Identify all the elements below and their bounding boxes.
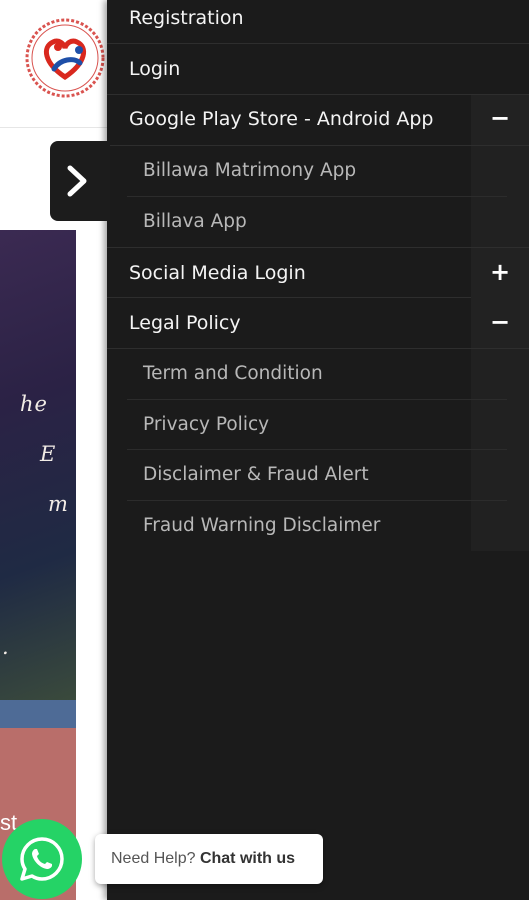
side-drawer-menu: Registration Login Google Play Store - A… [107, 0, 529, 900]
menu-item-label: Login [129, 58, 181, 80]
submenu-item-label: Billava App [143, 210, 247, 232]
submenu-item-label: Fraud Warning Disclaimer [143, 514, 381, 536]
submenu-item-billawa-matrimony-app[interactable]: Billawa Matrimony App [127, 146, 507, 197]
chat-link[interactable]: Chat with us [200, 850, 295, 867]
submenu-item-fraud-warning-disclaimer[interactable]: Fraud Warning Disclaimer [127, 501, 507, 552]
whatsapp-button[interactable] [2, 819, 82, 899]
submenu-item-privacy-policy[interactable]: Privacy Policy [127, 400, 507, 450]
header-divider [0, 127, 107, 128]
minus-icon: − [489, 308, 511, 336]
submenu-item-disclaimer-fraud-alert[interactable]: Disclaimer & Fraud Alert [127, 450, 507, 501]
hero-text-line: m [48, 492, 69, 516]
hero-text-line: E [40, 442, 57, 466]
menu-item-google-play-store[interactable]: Google Play Store - Android App − [107, 95, 529, 146]
plus-icon: + [489, 258, 511, 286]
submenu-google-play: Billawa Matrimony App Billava App [107, 146, 529, 247]
collapse-toggle[interactable]: − [471, 298, 529, 348]
submenu-item-label: Term and Condition [143, 363, 323, 384]
menu-item-label: Social Media Login [129, 262, 306, 284]
submenu-item-term-and-condition[interactable]: Term and Condition [127, 349, 507, 400]
expand-toggle[interactable]: + [471, 248, 529, 298]
menu-item-legal-policy[interactable]: Legal Policy − [107, 298, 529, 349]
minus-icon: − [489, 104, 511, 132]
submenu-item-label: Privacy Policy [143, 413, 270, 435]
chat-help-bubble[interactable]: Need Help? Chat with us [95, 834, 323, 884]
heart-rings-logo-icon[interactable] [24, 17, 106, 99]
hero-bottom-bar [0, 700, 76, 728]
submenu-item-label: Billawa Matrimony App [143, 160, 357, 181]
menu-item-registration[interactable]: Registration [107, 0, 529, 44]
submenu-item-billava-app[interactable]: Billava App [127, 197, 507, 248]
hero-banner: he E m . [0, 230, 76, 700]
menu-item-label: Google Play Store - Android App [129, 108, 434, 130]
hero-text-line: he [20, 392, 48, 416]
drawer-toggle-button[interactable] [50, 141, 110, 221]
submenu-legal-policy: Term and Condition Privacy Policy Discla… [107, 349, 529, 551]
submenu-item-label: Disclaimer & Fraud Alert [143, 464, 369, 485]
hero-text-line: . [2, 635, 10, 659]
menu-item-login[interactable]: Login [107, 44, 529, 95]
menu-item-label: Legal Policy [129, 312, 241, 334]
menu-item-social-media-login[interactable]: Social Media Login + [107, 247, 529, 298]
chat-prefix: Need Help? [111, 850, 196, 867]
collapse-toggle[interactable]: − [471, 95, 529, 145]
background-page: he E m . st [0, 0, 107, 900]
